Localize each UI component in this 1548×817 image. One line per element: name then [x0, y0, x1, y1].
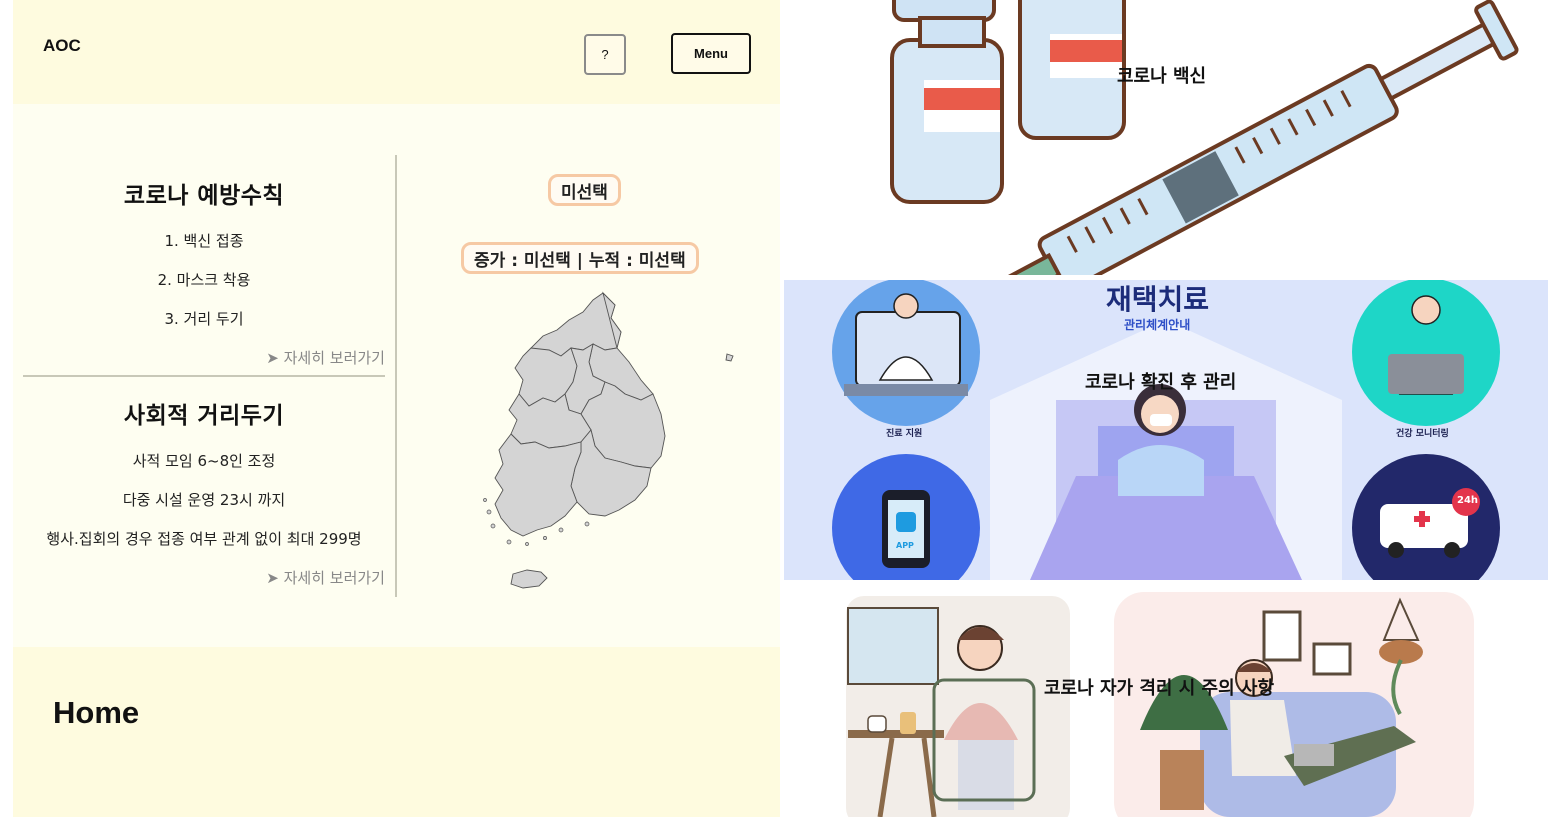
distancing-item: 행사.집회의 경우 접종 여부 관계 없이 최대 299명 — [46, 530, 362, 548]
vaccine-card[interactable]: 코로나 백신 — [784, 0, 1548, 275]
label-app: APP — [896, 541, 914, 550]
map-region-jeonnam[interactable] — [494, 433, 582, 537]
self-quarantine-card[interactable]: 코로나 자가 격리 시 주의 사항 — [784, 580, 1548, 817]
korea-map — [483, 291, 734, 589]
menu-button[interactable]: Menu — [671, 33, 751, 74]
self-quarantine-caption: 코로나 자가 격리 시 주의 사항 — [1044, 678, 1275, 699]
home-title[interactable]: Home — [53, 695, 139, 731]
region-label: 미선택 — [548, 174, 621, 206]
stats-label: 증가 : 미선택 | 누적 : 미선택 — [461, 242, 699, 274]
distancing-item: 다중 시설 운영 23시 까지 — [122, 491, 286, 509]
rules-column: 코로나 예방수칙 1. 백신 접종 2. 마스크 착용 3. 거리 두기 ➤ 자… — [23, 154, 385, 368]
map-region-dokdo[interactable] — [725, 353, 734, 362]
map-region-jeju[interactable] — [510, 569, 548, 589]
distancing-title: 사회적 거리두기 — [123, 403, 285, 429]
vaccine-caption: 코로나 백신 — [1117, 66, 1207, 87]
distancing-more-link[interactable]: ➤ 자세히 보러가기 — [23, 567, 385, 588]
rules-title: 코로나 예방수칙 — [123, 183, 285, 209]
rule-item: 1. 백신 접종 — [164, 232, 244, 250]
top-header: AOC ? Menu — [13, 0, 780, 104]
label-care-support: 진료 지원 — [886, 429, 923, 439]
banner-subtitle: 관리체계안내 — [1124, 318, 1191, 332]
rules-more-link[interactable]: ➤ 자세히 보러가기 — [23, 347, 385, 368]
banner-title: 재택치료 — [1106, 283, 1210, 316]
distancing-column: 사회적 거리두기 사적 모임 6~8인 조정 다중 시설 운영 23시 까지 행… — [23, 376, 385, 588]
main-content: 코로나 예방수칙 1. 백신 접종 2. 마스크 착용 3. 거리 두기 ➤ 자… — [13, 104, 780, 647]
help-button[interactable]: ? — [584, 34, 626, 75]
footer: Home — [13, 647, 780, 817]
distancing-item: 사적 모임 6~8인 조정 — [132, 452, 276, 470]
home-treatment-caption: 코로나 확진 후 관리 — [1085, 372, 1237, 393]
logo[interactable]: AOC — [43, 36, 81, 56]
app-left-panel: AOC ? Menu 코로나 예방수칙 1. 백신 접종 2. 마스크 착용 3… — [0, 0, 790, 817]
rule-item: 2. 마스크 착용 — [157, 271, 251, 289]
home-treatment-card[interactable]: 재택치료 관리체계안내 진료 지원 건강 모니터링 APP 24h 코로나 확진… — [784, 280, 1548, 580]
column-divider — [395, 155, 397, 597]
label-24h: 24h — [1457, 495, 1479, 506]
label-health-monitoring: 건강 모니터링 — [1396, 429, 1449, 439]
vaccine-illustration — [890, 0, 1519, 275]
rule-item: 3. 거리 두기 — [164, 310, 244, 328]
